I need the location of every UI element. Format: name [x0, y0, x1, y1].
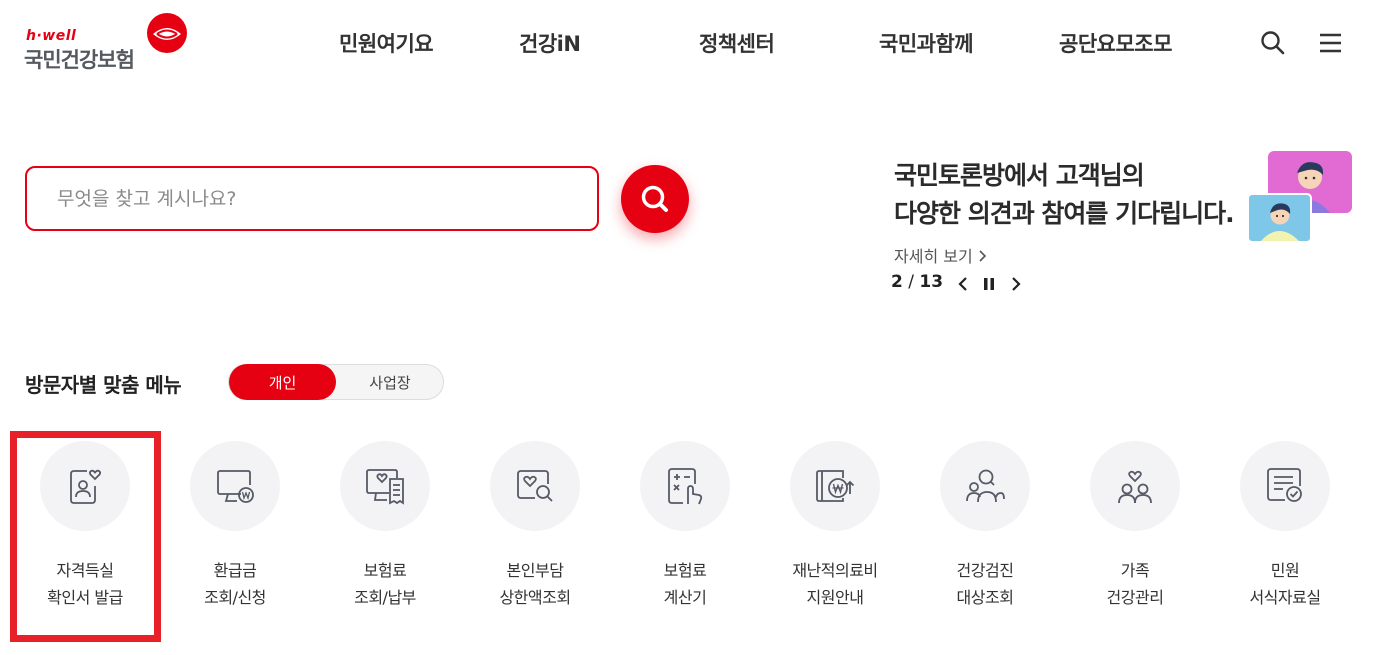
banner-prev-icon[interactable] [955, 274, 973, 294]
service-label-line1: 보험료 [363, 561, 407, 580]
banner-current: 2 [891, 272, 903, 292]
hamburger-menu-icon[interactable] [1316, 28, 1346, 58]
service-label: 건강검진 대상조회 [915, 557, 1055, 611]
service-premium-payment[interactable]: 보험료 조회/납부 [315, 441, 455, 621]
service-copay-ceiling[interactable]: 본인부담 상한액조회 [465, 441, 605, 621]
service-label: 가족 건강관리 [1065, 557, 1205, 611]
search-box [25, 166, 599, 231]
service-label-line2: 확인서 발급 [47, 588, 123, 607]
service-label-line2: 대상조회 [956, 588, 1014, 607]
nav-item-civil-service[interactable]: 민원여기요 [339, 28, 434, 58]
visitor-type-toggle: 개인 사업장 [228, 364, 444, 400]
chevron-right-icon [979, 250, 986, 262]
banner-more-label: 자세히 보기 [894, 247, 973, 266]
heart-search-icon [517, 470, 553, 502]
banner-more-link[interactable]: 자세히 보기 [894, 243, 988, 267]
tab-business[interactable]: 사업장 [337, 365, 443, 399]
banner-illustration-woman [1247, 193, 1312, 243]
won-card-icon [816, 470, 855, 502]
service-premium-calculator[interactable]: 보험료 계산기 [615, 441, 755, 621]
id-card-heart-icon [70, 469, 102, 504]
service-refund-inquiry[interactable]: 환급금 조회/신청 [165, 441, 305, 621]
document-check-icon [1267, 468, 1302, 502]
service-label-line1: 본인부담 [506, 561, 564, 580]
banner-title: 국민토론방에서 고객님의 다양한 의견과 참여를 기다립니다. [894, 157, 1235, 233]
service-label-line1: 건강검진 [956, 561, 1014, 580]
service-label-line2: 조회/납부 [354, 588, 416, 607]
service-icon-circle [640, 441, 730, 531]
service-icon-circle [790, 441, 880, 531]
service-family-health-care[interactable]: 가족 건강관리 [1065, 441, 1205, 621]
banner-total: 13 [919, 272, 944, 292]
people-search-icon [966, 469, 1005, 503]
service-health-checkup-eligibility[interactable]: 건강검진 대상조회 [915, 441, 1055, 621]
banner-pause-icon[interactable] [980, 274, 998, 294]
service-icon-circle [190, 441, 280, 531]
nav-item-policy-center[interactable]: 정책센터 [699, 28, 775, 58]
nav-item-about-corp[interactable]: 공단요모조모 [1059, 28, 1172, 58]
service-label: 재난적의료비 지원안내 [765, 557, 905, 611]
nav-item-health-in[interactable]: 건강iN [519, 28, 581, 58]
banner-title-line1: 국민토론방에서 고객님의 [894, 161, 1145, 190]
service-label: 민원 서식자료실 [1215, 557, 1355, 611]
family-heart-icon [1118, 470, 1152, 504]
service-civil-forms-library[interactable]: 민원 서식자료실 [1215, 441, 1355, 621]
service-label-line1: 환급금 [213, 561, 257, 580]
nav-item-with-citizens[interactable]: 국민과함께 [879, 28, 974, 58]
service-label: 보험료 조회/납부 [315, 557, 455, 611]
service-label-line2: 조회/신청 [204, 588, 266, 607]
service-icon-circle [1090, 441, 1180, 531]
service-icon-circle [1240, 441, 1330, 531]
visitor-menu-title: 방문자별 맞춤 메뉴 [25, 373, 182, 397]
monitor-receipt-icon [366, 469, 404, 505]
banner-title-line2: 다양한 의견과 참여를 기다립니다. [894, 199, 1235, 228]
service-label-line1: 보험료 [663, 561, 707, 580]
service-icon-circle [940, 441, 1030, 531]
service-label-line2: 계산기 [663, 588, 707, 607]
service-label: 환급금 조회/신청 [165, 557, 305, 611]
service-label-line2: 서식자료실 [1249, 588, 1321, 607]
service-icon-circle [40, 441, 130, 531]
service-label-line1: 자격득실 [56, 561, 114, 580]
search-icon[interactable] [1258, 28, 1288, 58]
main-nav: 민원여기요 건강iN 정책센터 국민과함께 공단요모조모 [0, 28, 1390, 60]
banner-next-icon[interactable] [1007, 274, 1025, 294]
service-label-line1: 가족 [1120, 561, 1150, 580]
service-label: 본인부담 상한액조회 [465, 557, 605, 611]
tab-individual[interactable]: 개인 [229, 364, 336, 400]
monitor-won-icon [217, 470, 254, 503]
service-icon-circle [340, 441, 430, 531]
service-catastrophic-medical-support[interactable]: 재난적의료비 지원안내 [765, 441, 905, 621]
service-icon-circle [490, 441, 580, 531]
banner-separator: / [908, 272, 914, 292]
banner-pager: 2 / 13 [891, 272, 943, 292]
service-label-line2: 지원안내 [806, 588, 864, 607]
calculator-hand-icon [668, 468, 703, 505]
service-label-line2: 상한액조회 [499, 588, 571, 607]
service-qualification-certificate[interactable]: 자격득실 확인서 발급 [15, 441, 155, 621]
service-label-line2: 건강관리 [1106, 588, 1164, 607]
search-icon [641, 185, 668, 212]
service-label: 보험료 계산기 [615, 557, 755, 611]
service-label-line1: 민원 [1270, 561, 1300, 580]
service-label: 자격득실 확인서 발급 [15, 557, 155, 611]
search-input[interactable] [27, 168, 597, 229]
service-label-line1: 재난적의료비 [792, 561, 878, 580]
search-button[interactable] [621, 165, 689, 233]
